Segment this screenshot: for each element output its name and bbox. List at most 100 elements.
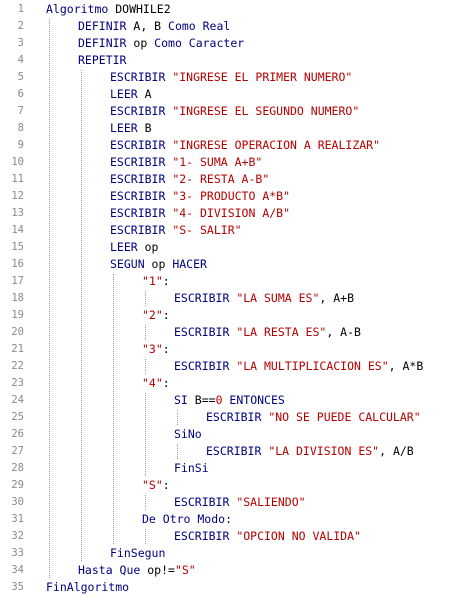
keyword-token: HACER [172,257,207,271]
code-text: De Otro Modo: [142,511,232,528]
code-line[interactable]: 8 LEER B [0,120,466,137]
keyword-token: ESCRIBIR [110,206,173,220]
string-token: "LA MULTIPLICACION ES" [236,359,389,373]
keyword-token: LEER [110,240,138,254]
code-text: LEER A [110,86,152,103]
line-number: 24 [11,394,24,406]
line-number: 25 [11,411,24,423]
code-line[interactable]: 35 FinAlgoritmo [0,579,466,596]
code-line[interactable]: 27 ESCRIBIR "LA DIVISION ES", A/B [0,443,466,460]
code-line[interactable]: 9 ESCRIBIR "INGRESE OPERACION A REALIZAR" [0,137,466,154]
string-token: "1" [142,274,163,288]
code-line[interactable]: 2 DEFINIR A, B Como Real [0,18,466,35]
code-text: SEGUN op HACER [110,256,207,273]
keyword-token: ESCRIBIR [206,410,269,424]
keyword-token: ESCRIBIR [206,444,269,458]
code-line[interactable]: 28 FinSi [0,460,466,477]
keyword-token: ESCRIBIR [110,189,173,203]
code-text: ESCRIBIR "INGRESE OPERACION A REALIZAR" [110,137,380,154]
string-token: "INGRESE OPERACION A REALIZAR" [172,138,381,152]
keyword-token: FinAlgoritmo [46,580,130,594]
string-token: "S- SALIR" [172,223,242,237]
code-text: ESCRIBIR "1- SUMA A+B" [110,154,262,171]
line-number: 7 [17,105,24,117]
line-number: 21 [11,343,24,355]
line-number: 11 [11,173,24,185]
code-line[interactable]: 6 LEER A [0,86,466,103]
code-token: A [137,87,152,101]
string-token: "LA SUMA ES" [236,291,320,305]
code-token: , A+B [319,291,355,305]
code-line[interactable]: 30 ESCRIBIR "SALIENDO" [0,494,466,511]
code-line[interactable]: 5 ESCRIBIR "INGRESE EL PRIMER NUMERO" [0,69,466,86]
code-line[interactable]: 10 ESCRIBIR "1- SUMA A+B" [0,154,466,171]
code-line[interactable]: 1 Algoritmo DOWHILE2 [0,1,466,18]
line-number: 12 [11,190,24,202]
keyword-token: ESCRIBIR [174,325,237,339]
code-line[interactable]: 15 LEER op [0,239,466,256]
code-line[interactable]: 12 ESCRIBIR "3- PRODUCTO A*B" [0,188,466,205]
line-number: 3 [17,37,24,49]
code-line[interactable]: 18 ESCRIBIR "LA SUMA ES", A+B [0,290,466,307]
code-line[interactable]: 3 DEFINIR op Como Caracter [0,35,466,52]
line-number: 27 [11,445,24,457]
code-text: ESCRIBIR "LA RESTA ES", A-B [174,324,361,341]
code-line[interactable]: 31 De Otro Modo: [0,511,466,528]
keyword-token: ESCRIBIR [110,223,173,237]
code-line[interactable]: 21 "3": [0,341,466,358]
string-token: "2" [142,308,163,322]
line-number: 5 [17,71,24,83]
string-token: "S" [174,563,196,577]
code-line[interactable]: 4 REPETIR [0,52,466,69]
keyword-token: ESCRIBIR [174,529,237,543]
string-token: "4- DIVISION A/B" [172,206,291,220]
line-number: 1 [17,3,24,15]
keyword-token: FinSegun [110,546,166,560]
code-line[interactable]: 24 SI B==0 ENTONCES [0,392,466,409]
string-token: "NO SE PUEDE CALCULAR" [268,410,421,424]
code-text: ESCRIBIR "NO SE PUEDE CALCULAR" [206,409,421,426]
keyword-token: LEER [110,121,138,135]
line-number: 17 [11,275,24,287]
code-text: ESCRIBIR "LA SUMA ES", A+B [174,290,354,307]
line-number: 18 [11,292,24,304]
code-line[interactable]: 20 ESCRIBIR "LA RESTA ES", A-B [0,324,466,341]
code-text: ESCRIBIR "INGRESE EL PRIMER NUMERO" [110,69,352,86]
code-text: ESCRIBIR "S- SALIR" [110,222,242,239]
keyword-token: Algoritmo [46,2,109,16]
code-line[interactable]: 19 "2": [0,307,466,324]
code-line[interactable]: 23 "4": [0,375,466,392]
string-token: "INGRESE EL SEGUNDO NUMERO" [172,104,360,118]
code-line[interactable]: 25 ESCRIBIR "NO SE PUEDE CALCULAR" [0,409,466,426]
keyword-token: REPETIR [78,53,127,67]
code-line[interactable]: 22 ESCRIBIR "LA MULTIPLICACION ES", A*B [0,358,466,375]
code-line[interactable]: 13 ESCRIBIR "4- DIVISION A/B" [0,205,466,222]
code-line[interactable]: 17 "1": [0,273,466,290]
code-token: : [162,308,170,322]
code-line[interactable]: 32 ESCRIBIR "OPCION NO VALIDA" [0,528,466,545]
code-line[interactable]: 7 ESCRIBIR "INGRESE EL SEGUNDO NUMERO" [0,103,466,120]
code-editor[interactable]: 1 Algoritmo DOWHILE2 2 DEFINIR A, B Como Re… [0,0,466,596]
code-text: "2": [142,307,170,324]
code-line[interactable]: 26 SiNo [0,426,466,443]
code-line[interactable]: 14 ESCRIBIR "S- SALIR" [0,222,466,239]
keyword-token: ESCRIBIR [110,70,173,84]
code-token: A, B [126,19,169,33]
code-line[interactable]: 29 "S": [0,477,466,494]
code-text: "S": [142,477,170,494]
code-text: FinSi [174,460,209,477]
keyword-token: SEGUN [110,257,145,271]
code-line[interactable]: 11 ESCRIBIR "2- RESTA A-B" [0,171,466,188]
code-line[interactable]: 34 Hasta Que op!="S" [0,562,466,579]
code-token: op [126,36,155,50]
code-token: B== [187,393,216,407]
code-token: DOWHILE2 [108,2,171,16]
line-number: 28 [11,462,24,474]
code-text: REPETIR [78,52,126,69]
string-token: "1- SUMA A+B" [172,155,263,169]
keyword-token: ESCRIBIR [174,359,237,373]
code-text: SI B==0 ENTONCES [174,392,285,409]
code-line[interactable]: 33 FinSegun [0,545,466,562]
code-line[interactable]: 16 SEGUN op HACER [0,256,466,273]
code-token: , A*B [388,359,424,373]
